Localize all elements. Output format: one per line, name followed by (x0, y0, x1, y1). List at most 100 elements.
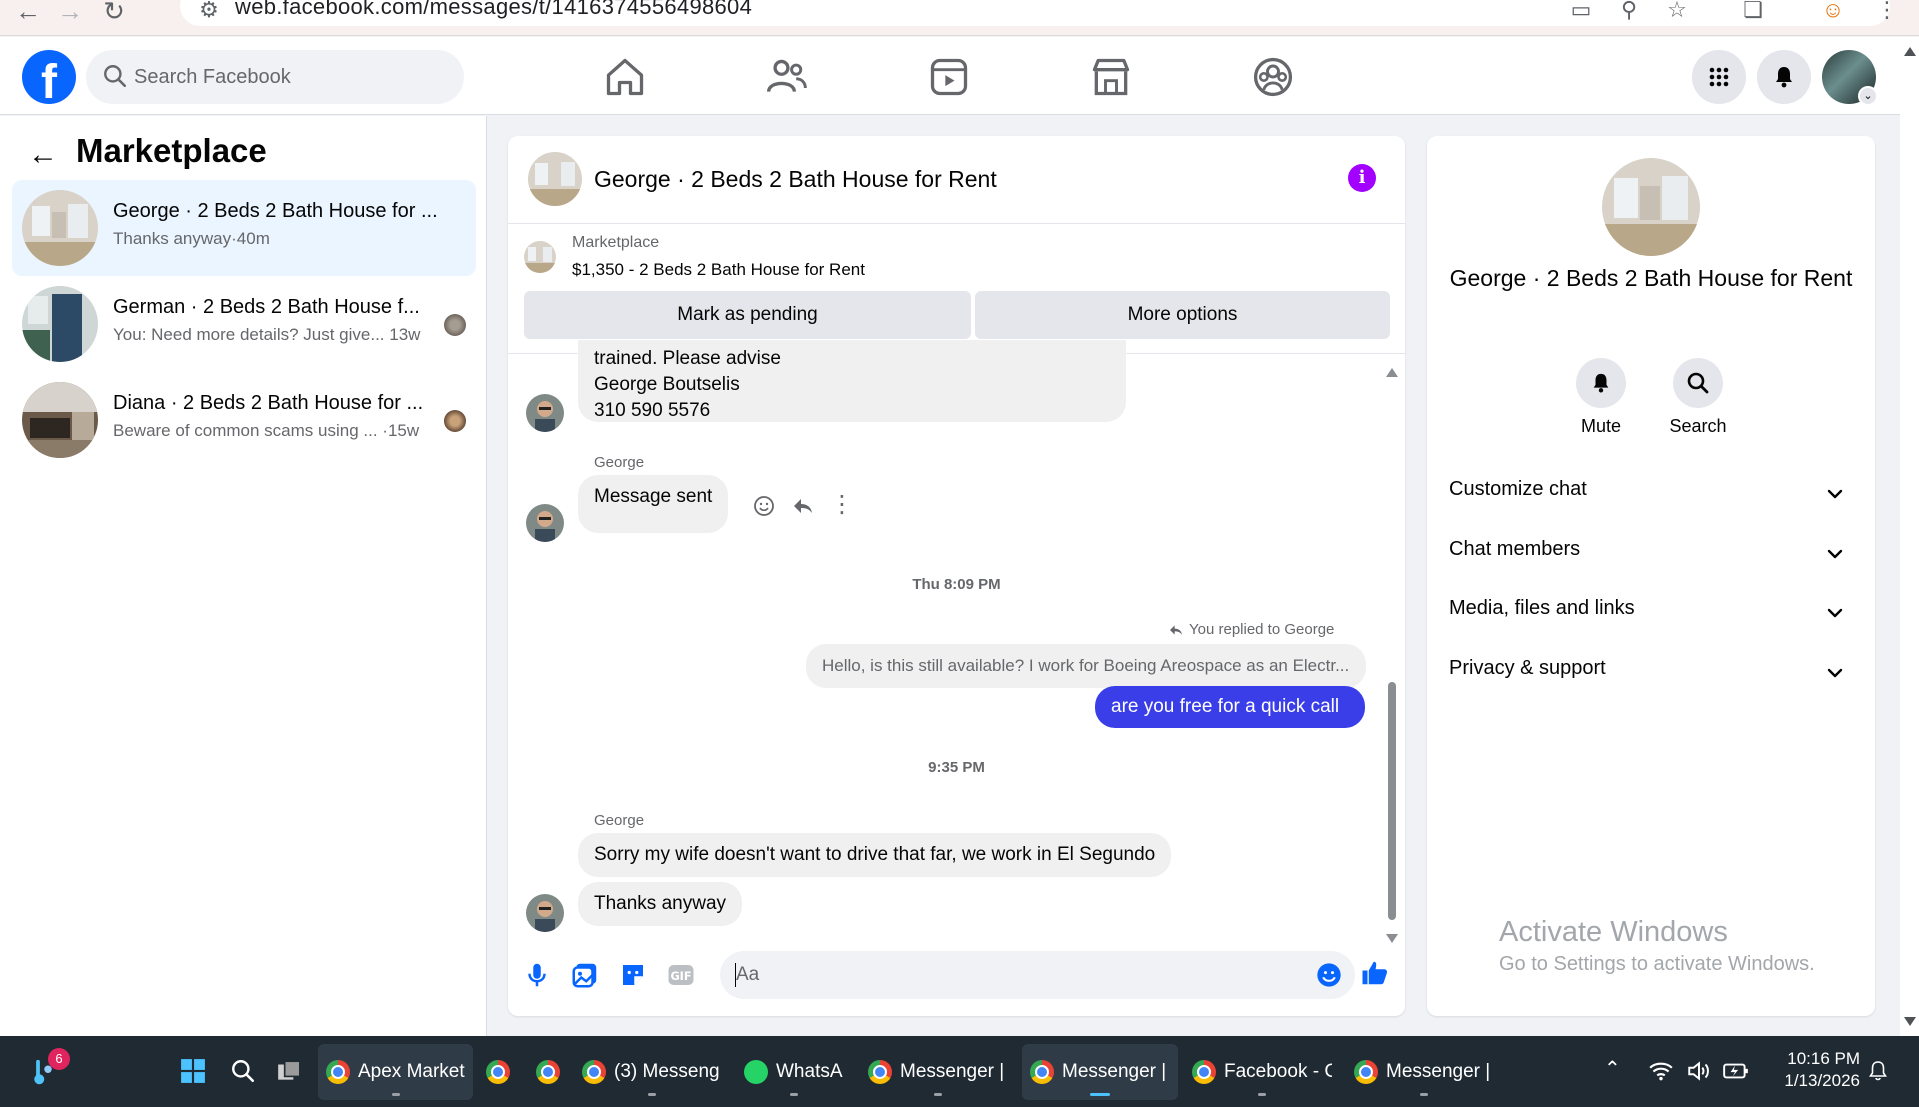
message-bubble[interactable]: Thanks anyway (578, 882, 743, 926)
active-indicator (1090, 1093, 1110, 1096)
forward-arrow-icon[interactable]: → (52, 0, 88, 26)
facebook-search[interactable]: Search Facebook (86, 50, 464, 104)
taskbar-label: WhatsA (776, 1061, 843, 1082)
quoted-message[interactable]: Hello, is this still available? I work f… (806, 644, 1366, 688)
taskbar-app-whatsapp[interactable]: WhatsA (744, 1044, 844, 1100)
chat-title[interactable]: George · 2 Beds 2 Bath House for Rent (594, 166, 997, 193)
scroll-up-arrow-icon[interactable] (1904, 47, 1916, 56)
emoji-icon[interactable] (1315, 961, 1343, 989)
message-input[interactable]: Aa (720, 951, 1355, 999)
taskbar-app-messenger[interactable]: Messenger | (1354, 1044, 1494, 1100)
listing-price-title[interactable]: $1,350 - 2 Beds 2 Bath House for Rent (572, 260, 865, 280)
browser-toolbar: ← → ↻ ⚙ web.facebook.com/messages/t/1416… (0, 0, 1919, 36)
taskbar-label: Messenger | (1386, 1061, 1491, 1082)
running-indicator (1258, 1093, 1266, 1096)
taskbar-label: Messenger | (1062, 1061, 1167, 1082)
zoom-icon[interactable]: ⚲ (1614, 0, 1644, 24)
mark-as-pending-button[interactable]: Mark as pending (524, 291, 971, 339)
row-label: Privacy & support (1449, 657, 1606, 679)
scroll-down-arrow-icon[interactable] (1904, 1017, 1916, 1026)
conversation-item[interactable]: German · 2 Beds 2 Bath House f... You: N… (12, 276, 476, 372)
taskbar-app-facebook[interactable]: Facebook - C (1192, 1044, 1332, 1100)
message-bubble[interactable]: trained. Please advise George Boutselis … (578, 340, 1126, 422)
mute-label: Mute (1580, 416, 1622, 436)
media-files-links-row[interactable]: Media, files and links (1449, 597, 1853, 637)
sticker-icon[interactable] (618, 960, 648, 990)
customize-chat-row[interactable]: Customize chat (1449, 478, 1853, 518)
bookmark-star-icon[interactable]: ☆ (1662, 0, 1692, 24)
message-text: Sorry my wife doesn't want to drive that… (594, 844, 1156, 865)
message-scrollbar[interactable] (1384, 368, 1398, 943)
photo-icon[interactable] (570, 960, 600, 990)
taskbar-label: Messenger | (900, 1061, 1005, 1082)
privacy-support-row[interactable]: Privacy & support (1449, 657, 1853, 697)
sender-avatar[interactable] (526, 394, 564, 432)
message-bubble[interactable]: Message sent (578, 475, 729, 533)
chrome-icon (582, 1059, 606, 1084)
search-icon[interactable] (230, 1058, 256, 1084)
listing-thumbnail[interactable] (524, 241, 556, 273)
gif-icon[interactable]: GIF (666, 960, 696, 990)
wifi-icon[interactable] (1648, 1058, 1674, 1084)
account-avatar[interactable]: ⌄ (1822, 50, 1878, 106)
info-icon[interactable]: i (1348, 164, 1376, 192)
taskbar-app-messenger[interactable]: Messenger | (868, 1044, 1008, 1100)
message-text: Thanks anyway (594, 893, 727, 914)
sender-name: George (594, 812, 645, 829)
task-view-icon[interactable] (276, 1058, 302, 1084)
more-options-button[interactable]: More options (975, 291, 1390, 339)
chrome-icon (486, 1059, 510, 1084)
marketplace-icon[interactable] (1089, 55, 1133, 99)
conversation-title: George · 2 Beds 2 Bath House for Rent (1449, 265, 1853, 291)
sender-avatar[interactable] (526, 504, 564, 542)
message-bubble[interactable]: Sorry my wife doesn't want to drive that… (578, 833, 1172, 877)
back-arrow-icon[interactable]: ← (10, 0, 46, 26)
search-in-conversation-button[interactable]: Search (1648, 358, 1748, 437)
scroll-up-arrow-icon[interactable] (1386, 368, 1398, 377)
reply-icon[interactable] (791, 494, 815, 518)
react-emoji-icon[interactable] (752, 494, 776, 518)
more-actions-icon[interactable]: ⋮ (830, 493, 854, 519)
row-label: Media, files and links (1449, 597, 1635, 619)
taskbar-app-messenger-active[interactable]: Messenger | (1022, 1044, 1178, 1100)
notification-bell-icon[interactable] (1866, 1058, 1890, 1084)
taskbar-app-chrome[interactable] (486, 1044, 520, 1100)
taskbar-app-chrome[interactable] (536, 1044, 570, 1100)
chrome-menu-icon[interactable]: ⋮ (1872, 0, 1902, 24)
system-clock[interactable]: 10:16 PM 1/13/2026 (1760, 1048, 1860, 1092)
conversation-item[interactable]: George · 2 Beds 2 Bath House for ... Tha… (12, 180, 476, 276)
volume-icon[interactable] (1686, 1058, 1712, 1084)
extensions-icon[interactable]: ❏ (1738, 0, 1768, 24)
menu-button[interactable] (1692, 50, 1746, 104)
scroll-thumb[interactable] (1388, 682, 1396, 920)
groups-icon[interactable] (1251, 55, 1295, 99)
facebook-logo-icon[interactable]: f (22, 50, 76, 104)
install-app-icon[interactable]: ▭ (1566, 0, 1596, 24)
friends-icon[interactable] (765, 55, 809, 99)
chevron-up-icon[interactable]: ⌃ (1604, 1056, 1621, 1081)
bell-icon (1593, 373, 1609, 393)
reload-icon[interactable]: ↻ (96, 0, 132, 26)
running-indicator (391, 1093, 400, 1096)
taskbar-app-chrome[interactable]: Apex Market (318, 1044, 473, 1100)
thumbs-up-icon[interactable] (1360, 958, 1390, 988)
back-arrow-icon[interactable]: ← (28, 138, 58, 172)
taskbar-app-messenger[interactable]: (3) Messeng (582, 1044, 722, 1100)
page-scrollbar[interactable] (1900, 37, 1919, 1036)
home-icon[interactable] (603, 55, 647, 99)
outgoing-message[interactable]: are you free for a quick call (1095, 686, 1365, 728)
battery-icon[interactable] (1722, 1058, 1750, 1084)
microphone-icon[interactable] (522, 960, 552, 990)
conversation-item[interactable]: Diana · 2 Beds 2 Bath House for ... Bewa… (12, 372, 476, 468)
video-icon[interactable] (927, 55, 971, 99)
profile-icon[interactable]: ☺ (1818, 0, 1848, 24)
chat-members-row[interactable]: Chat members (1449, 538, 1853, 578)
conversation-sidebar: ← Marketplace George · 2 Beds 2 Bath Hou… (0, 116, 487, 1036)
conversation-preview: Beware of common scams using ... ·15w (113, 421, 420, 440)
site-settings-icon[interactable]: ⚙ (194, 0, 224, 24)
sender-avatar[interactable] (526, 894, 564, 932)
notifications-button[interactable] (1757, 50, 1811, 104)
chat-thumbnail[interactable] (528, 152, 582, 206)
mute-button[interactable]: Mute (1551, 358, 1651, 437)
windows-start-icon[interactable] (180, 1058, 206, 1084)
